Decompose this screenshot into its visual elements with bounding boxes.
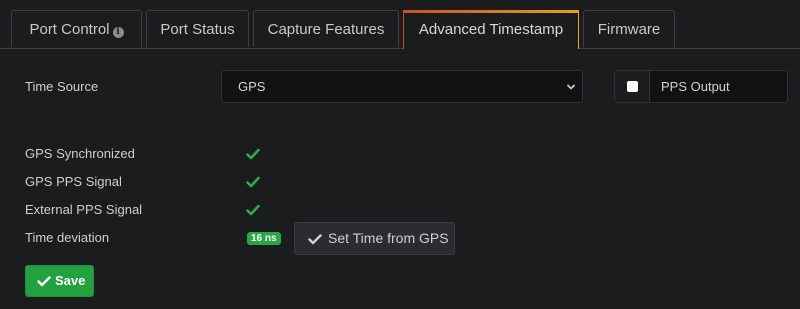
save-button[interactable]: Save bbox=[25, 265, 94, 297]
tab-port-control[interactable]: Port Control i bbox=[11, 10, 142, 47]
set-time-button-label: Set Time from GPS bbox=[328, 230, 449, 246]
info-icon[interactable]: i bbox=[112, 27, 124, 38]
check-icon bbox=[246, 204, 260, 216]
pps-output-checkbox-cell bbox=[615, 71, 650, 102]
save-button-label: Save bbox=[55, 273, 86, 288]
set-time-from-gps-button[interactable]: Set Time from GPS bbox=[294, 222, 455, 255]
time-source-value: GPS bbox=[238, 79, 266, 94]
time-source-label: Time Source bbox=[25, 79, 99, 94]
tab-label: Port Control bbox=[29, 21, 110, 38]
time-deviation-label: Time deviation bbox=[25, 230, 110, 245]
tab-port-status[interactable]: Port Status bbox=[146, 10, 249, 47]
tab-label: Capture Features bbox=[267, 21, 385, 38]
gps-pps-signal-label: GPS PPS Signal bbox=[25, 174, 122, 189]
tab-advanced-timestamp[interactable]: Advanced Timestamp bbox=[403, 10, 579, 49]
tab-bar: Port Control i Port Status Capture Featur… bbox=[0, 0, 800, 49]
check-icon bbox=[308, 234, 322, 245]
tab-capture-features[interactable]: Capture Features bbox=[253, 10, 399, 47]
time-deviation-badge: 16 ns bbox=[247, 232, 281, 245]
advanced-timestamp-page: Port Control i Port Status Capture Featur… bbox=[0, 0, 800, 309]
check-icon bbox=[246, 176, 260, 188]
tab-firmware[interactable]: Firmware bbox=[583, 10, 675, 47]
pps-output-checkbox[interactable] bbox=[627, 81, 638, 92]
pps-output-label: PPS Output bbox=[661, 79, 730, 94]
check-icon bbox=[246, 148, 260, 160]
external-pps-signal-label: External PPS Signal bbox=[25, 202, 143, 217]
time-source-select[interactable]: GPS bbox=[221, 70, 583, 103]
tab-label: Advanced Timestamp bbox=[418, 21, 564, 38]
tab-label: Firmware bbox=[597, 21, 661, 38]
tab-label: Port Status bbox=[160, 21, 235, 38]
chevron-down-icon bbox=[566, 84, 576, 90]
gps-synchronized-label: GPS Synchronized bbox=[25, 146, 135, 161]
pps-output-group: PPS Output bbox=[614, 70, 788, 103]
check-icon bbox=[37, 276, 51, 287]
